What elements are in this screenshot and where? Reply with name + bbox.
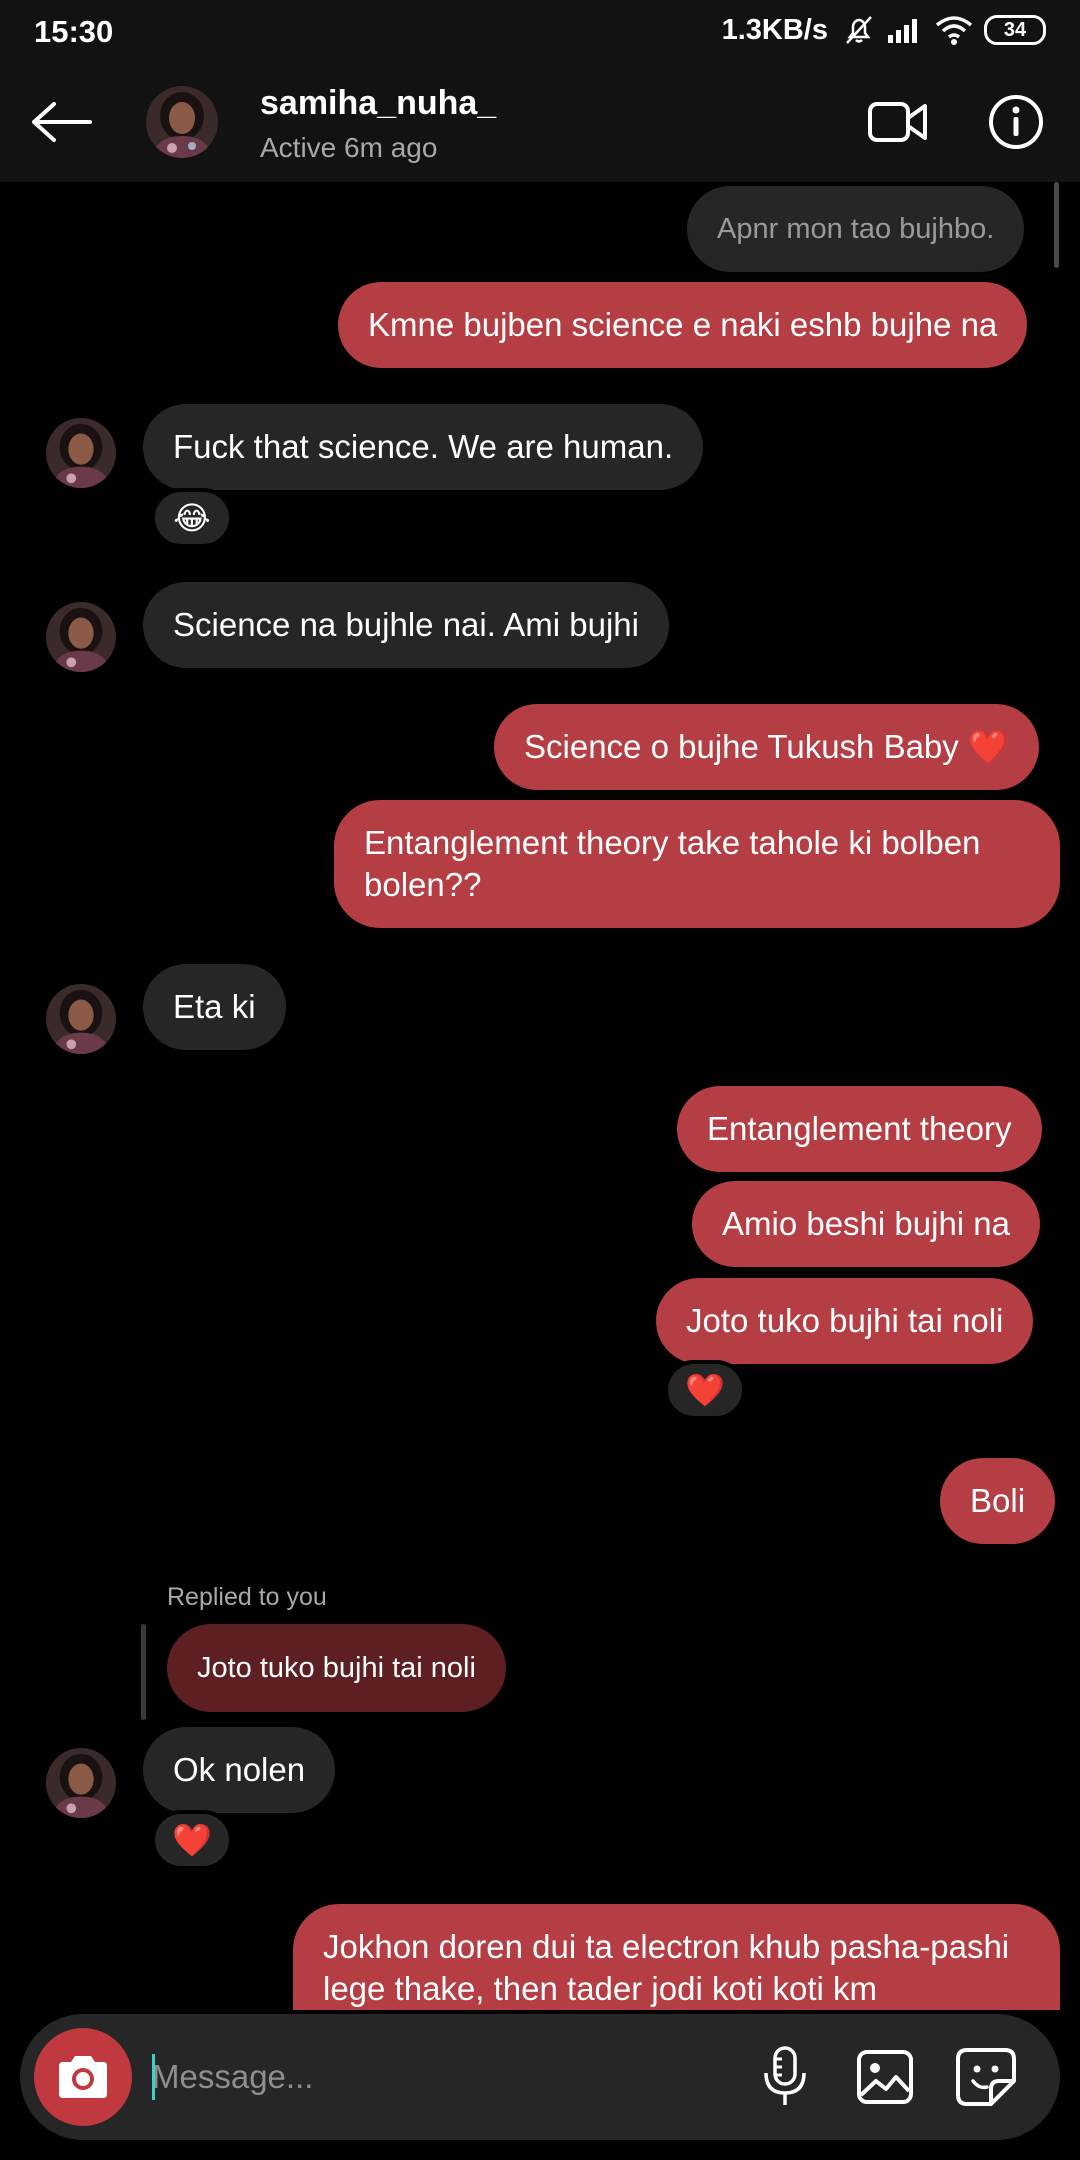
message-reaction[interactable]: 😂 xyxy=(151,488,233,548)
conversation-info-button[interactable] xyxy=(986,92,1046,152)
reply-context-label: Replied to you xyxy=(167,1583,327,1611)
sticker-button[interactable] xyxy=(948,2040,1024,2114)
contact-username[interactable]: samiha_nuha_ xyxy=(260,84,496,123)
voice-message-button[interactable] xyxy=(750,2040,820,2114)
camera-button[interactable] xyxy=(34,2028,132,2126)
wifi-icon xyxy=(934,14,974,46)
message-input[interactable] xyxy=(152,2042,712,2112)
camera-icon xyxy=(59,2056,107,2098)
info-icon xyxy=(989,95,1043,149)
sender-avatar[interactable] xyxy=(46,418,116,488)
message-incoming[interactable]: Science na bujhle nai. Ami bujhi xyxy=(143,582,669,668)
composer-area xyxy=(0,2010,1080,2160)
contact-activity-status: Active 6m ago xyxy=(260,132,438,163)
back-button[interactable] xyxy=(26,90,96,154)
signal-icon xyxy=(886,15,924,45)
contact-avatar[interactable] xyxy=(146,86,218,158)
sender-avatar[interactable] xyxy=(46,602,116,672)
message-reaction[interactable]: ❤️ xyxy=(664,1360,746,1420)
message-outgoing[interactable]: Kmne bujben science e naki eshb bujhe na xyxy=(338,282,1028,368)
message-reaction[interactable]: ❤️ xyxy=(151,1810,233,1870)
message-outgoing[interactable]: Amio beshi bujhi na xyxy=(692,1181,1041,1267)
status-time: 15:30 xyxy=(34,14,114,49)
sender-avatar[interactable] xyxy=(46,984,116,1054)
status-icons: 1.3KB/s 34 xyxy=(722,10,1046,50)
message-incoming-faded[interactable]: Apnr mon tao bujhbo. xyxy=(687,186,1025,272)
sticker-icon xyxy=(956,2048,1016,2106)
message-outgoing[interactable]: Entanglement theory take tahole ki bolbe… xyxy=(334,800,1060,928)
microphone-icon xyxy=(764,2046,806,2105)
network-speed: 1.3KB/s xyxy=(721,13,828,46)
message-incoming[interactable]: Eta ki xyxy=(143,964,286,1050)
message-outgoing[interactable]: Jokhon doren dui ta electron khub pasha-… xyxy=(293,1904,1060,2018)
battery-indicator: 34 xyxy=(984,15,1046,45)
message-incoming[interactable]: Ok nolen xyxy=(143,1727,336,1813)
message-incoming[interactable]: Fuck that science. We are human. xyxy=(143,404,704,490)
message-outgoing[interactable]: Boli xyxy=(940,1458,1056,1544)
status-bar: 15:30 1.3KB/s 34 xyxy=(0,0,1080,62)
gallery-button[interactable] xyxy=(850,2040,920,2114)
message-thread[interactable]: Apnr mon tao bujhbo. Kmne bujben science… xyxy=(0,182,1080,2018)
back-arrow-icon xyxy=(32,102,92,142)
message-composer xyxy=(20,2014,1060,2140)
message-outgoing[interactable]: Joto tuko bujhi tai noli xyxy=(656,1278,1034,1364)
chat-header: samiha_nuha_ Active 6m ago xyxy=(0,62,1080,182)
muted-bell-icon xyxy=(842,13,876,47)
thread-scrollbar[interactable] xyxy=(1054,182,1059,268)
replied-message-quote[interactable]: Joto tuko bujhi tai noli xyxy=(167,1624,506,1712)
message-outgoing[interactable]: Entanglement theory xyxy=(677,1086,1042,1172)
text-cursor xyxy=(152,2054,155,2100)
video-call-button[interactable] xyxy=(866,94,930,150)
video-camera-icon xyxy=(868,102,927,142)
image-gallery-icon xyxy=(857,2050,913,2104)
message-outgoing[interactable]: Science o bujhe Tukush Baby ❤️ xyxy=(494,704,1040,790)
reply-indicator-line xyxy=(141,1624,146,1720)
sender-avatar[interactable] xyxy=(46,1748,116,1818)
